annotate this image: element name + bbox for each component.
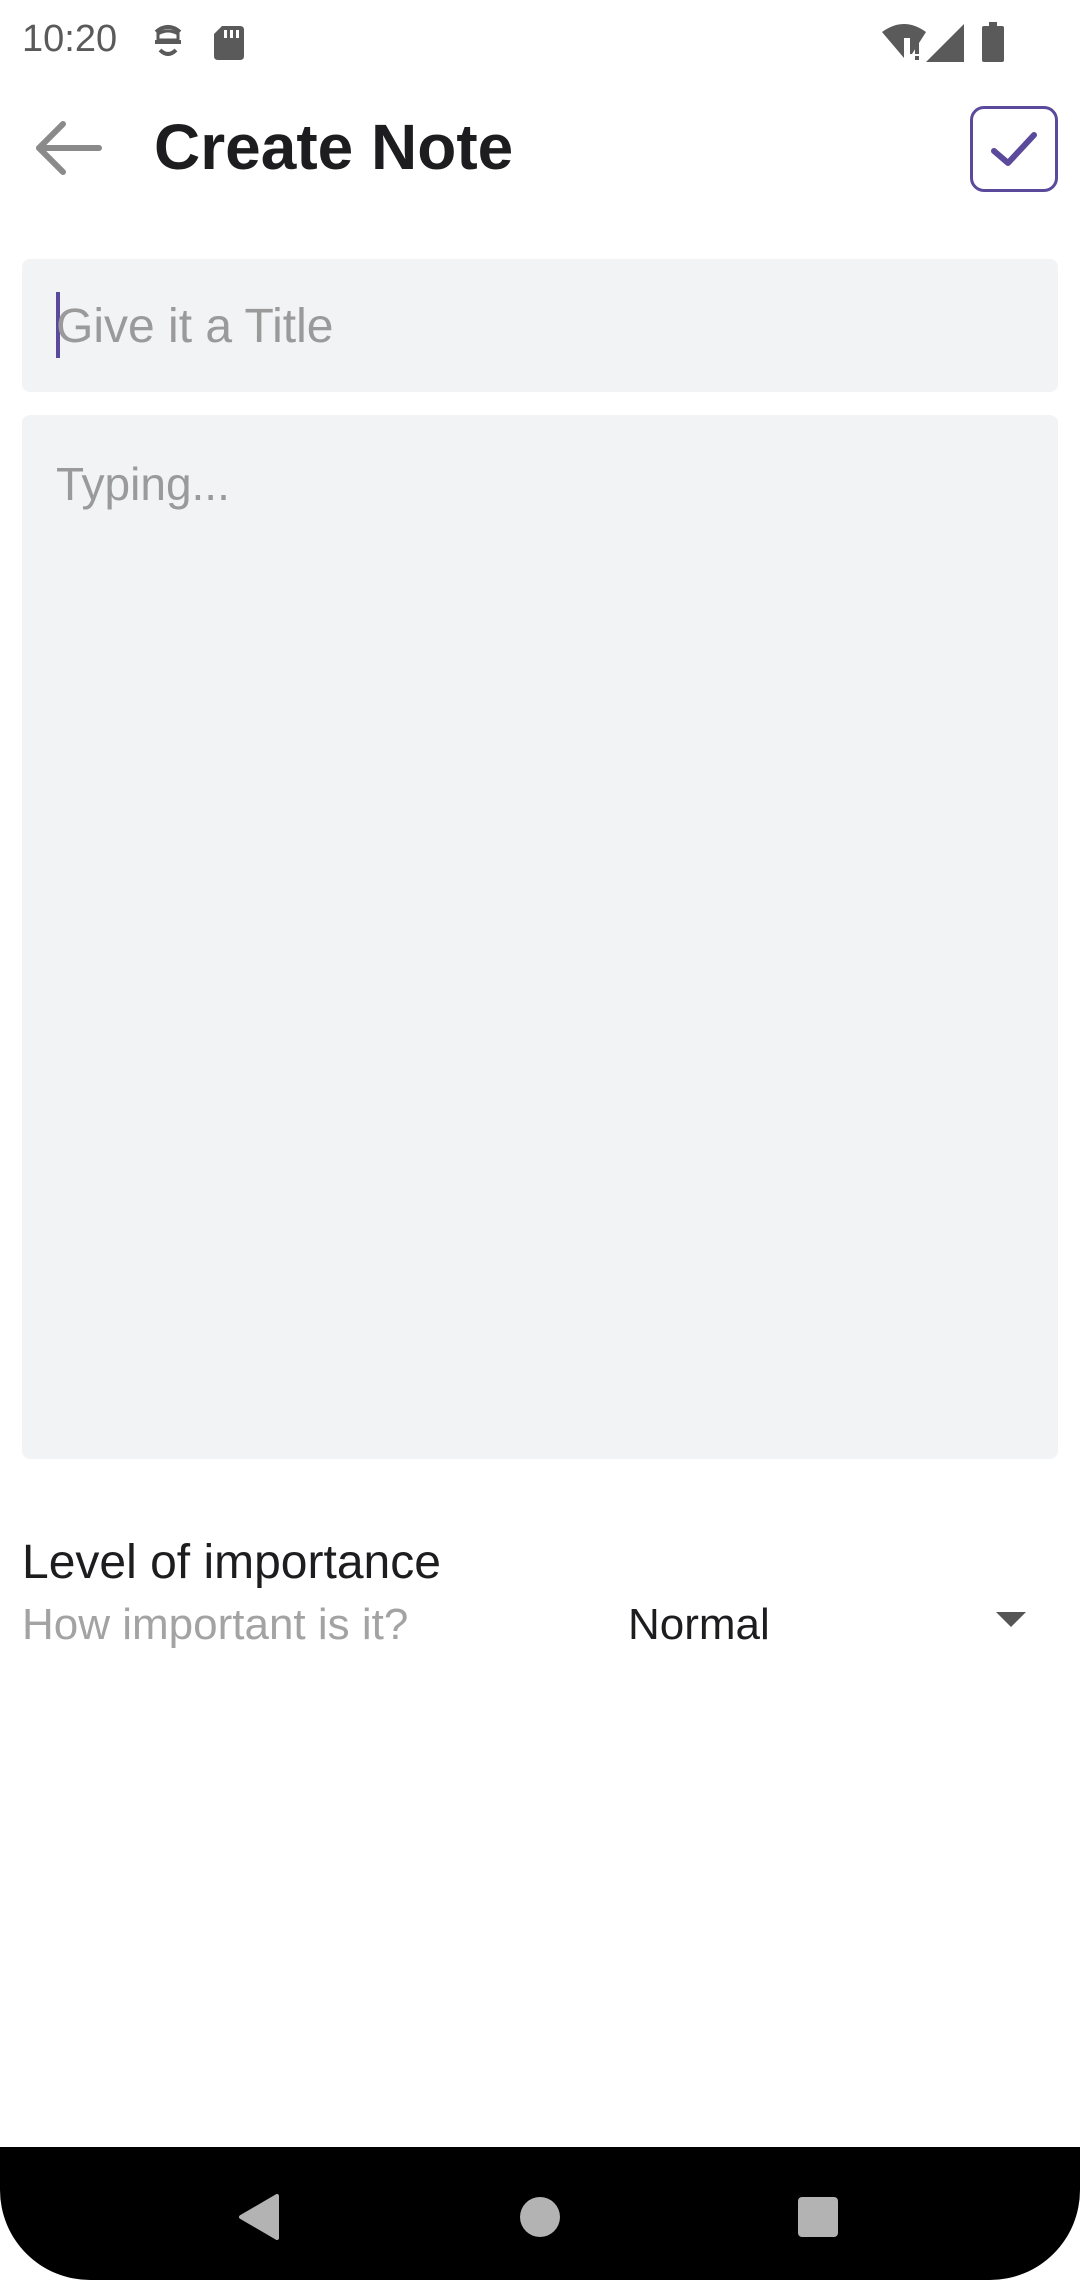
nav-home-icon bbox=[520, 2197, 560, 2237]
importance-sublabel: How important is it? bbox=[22, 1600, 409, 1649]
note-body-input[interactable]: Typing... bbox=[22, 415, 1058, 1459]
status-bar: 10:20 bbox=[0, 0, 1080, 88]
importance-label: Level of importance bbox=[22, 1536, 441, 1589]
wifi-alert-icon bbox=[882, 24, 928, 62]
battery-icon bbox=[982, 22, 1004, 62]
sync-icon bbox=[152, 24, 184, 62]
save-button[interactable] bbox=[970, 106, 1058, 192]
sd-card-icon bbox=[214, 26, 244, 60]
nav-recents-button[interactable] bbox=[788, 2187, 848, 2247]
note-title-input[interactable]: Give it a Title bbox=[22, 259, 1058, 392]
nav-back-icon bbox=[239, 2194, 279, 2240]
create-note-screen: 10:20 Create Note Give it a Title Typing… bbox=[0, 0, 1080, 2280]
title-placeholder: Give it a Title bbox=[56, 300, 334, 353]
nav-recents-icon bbox=[798, 2197, 838, 2237]
system-nav-bar bbox=[0, 2147, 1080, 2280]
nav-home-button[interactable] bbox=[510, 2187, 570, 2247]
page-title: Create Note bbox=[154, 111, 514, 183]
signal-icon bbox=[926, 24, 964, 62]
nav-back-button[interactable] bbox=[228, 2187, 288, 2247]
status-time: 10:20 bbox=[22, 18, 118, 60]
importance-selected-value: Normal bbox=[628, 1600, 770, 1649]
arrow-left-icon bbox=[36, 121, 102, 175]
importance-dropdown[interactable]: Normal bbox=[620, 1588, 1060, 1660]
back-button[interactable] bbox=[20, 112, 116, 184]
app-bar: Create Note bbox=[0, 88, 1080, 218]
check-icon bbox=[991, 132, 1037, 166]
dropdown-arrow-icon bbox=[996, 1612, 1026, 1633]
body-placeholder: Typing... bbox=[56, 458, 230, 510]
